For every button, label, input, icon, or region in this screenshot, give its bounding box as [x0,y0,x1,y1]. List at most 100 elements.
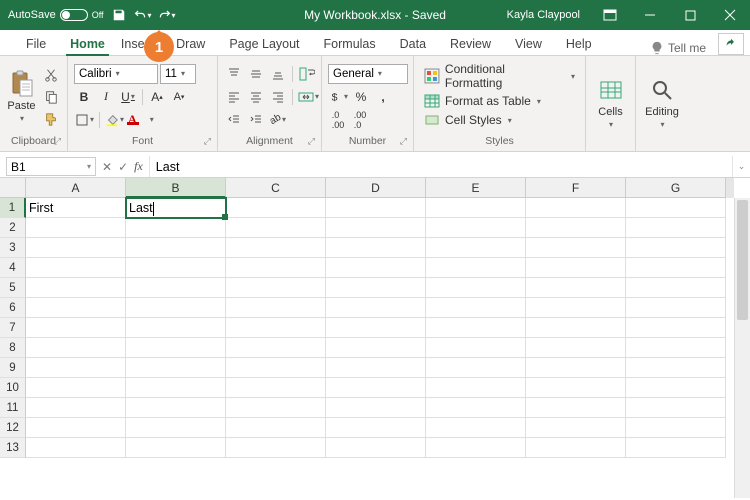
cell-A10[interactable] [26,378,126,398]
cell-C3[interactable] [226,238,326,258]
cancel-entry-icon[interactable]: ✕ [102,160,112,174]
number-launcher-icon[interactable]: ⤢ [400,136,407,147]
cell-E12[interactable] [426,418,526,438]
cell-F2[interactable] [526,218,626,238]
cell-D9[interactable] [326,358,426,378]
font-size-combo[interactable]: 11▾ [160,64,196,84]
cell-F6[interactable] [526,298,626,318]
cell-C7[interactable] [226,318,326,338]
font-launcher-icon[interactable]: ⤢ [204,136,211,147]
cell-C5[interactable] [226,278,326,298]
undo-icon[interactable]: ▾ [134,6,152,24]
row-header-9[interactable]: 9 [0,358,26,378]
orientation-icon[interactable]: ab▾ [268,110,288,130]
cell-E6[interactable] [426,298,526,318]
increase-font-icon[interactable]: A▴ [147,87,167,107]
increase-indent-icon[interactable] [246,110,266,130]
formula-input[interactable] [150,156,732,177]
copy-icon[interactable] [41,87,61,107]
tab-view[interactable]: View [503,33,554,55]
cell-C10[interactable] [226,378,326,398]
cell-C12[interactable] [226,418,326,438]
cell-A12[interactable] [26,418,126,438]
tell-me[interactable]: Tell me [650,41,712,55]
cut-icon[interactable] [41,65,61,85]
cell-B7[interactable] [126,318,226,338]
borders-icon[interactable]: ▾ [74,110,95,130]
row-header-6[interactable]: 6 [0,298,26,318]
cell-C9[interactable] [226,358,326,378]
cell-D11[interactable] [326,398,426,418]
cell-C4[interactable] [226,258,326,278]
close-icon[interactable] [710,0,750,30]
row-header-5[interactable]: 5 [0,278,26,298]
cell-E9[interactable] [426,358,526,378]
cell-A11[interactable] [26,398,126,418]
cell-G7[interactable] [626,318,726,338]
cell-B12[interactable] [126,418,226,438]
cell-B5[interactable] [126,278,226,298]
cell-E2[interactable] [426,218,526,238]
cell-F5[interactable] [526,278,626,298]
fill-color-icon[interactable]: ▾ [104,110,125,130]
cell-B6[interactable] [126,298,226,318]
cell-C1[interactable] [226,198,326,218]
cell-A7[interactable] [26,318,126,338]
row-header-8[interactable]: 8 [0,338,26,358]
percent-format-icon[interactable]: % [351,87,371,107]
cell-G10[interactable] [626,378,726,398]
cell-G12[interactable] [626,418,726,438]
italic-button[interactable]: I [96,87,116,107]
cell-C6[interactable] [226,298,326,318]
row-header-3[interactable]: 3 [0,238,26,258]
cell-E11[interactable] [426,398,526,418]
cell-G8[interactable] [626,338,726,358]
tab-file[interactable]: File [14,33,58,55]
cell-F11[interactable] [526,398,626,418]
cell-D1[interactable] [326,198,426,218]
conditional-formatting-button[interactable]: Conditional Formatting▾ [424,62,575,90]
cell-G6[interactable] [626,298,726,318]
number-format-combo[interactable]: General▾ [328,64,408,84]
accounting-format-icon[interactable]: $▾ [328,87,349,107]
expand-formula-bar-icon[interactable]: ⌄ [732,156,750,177]
align-left-icon[interactable] [224,87,244,107]
select-all-corner[interactable] [0,178,26,198]
col-header-F[interactable]: F [526,178,626,198]
row-header-13[interactable]: 13 [0,438,26,458]
cell-F1[interactable] [526,198,626,218]
cell-A9[interactable] [26,358,126,378]
cell-A1[interactable]: First [26,198,126,218]
cell-C11[interactable] [226,398,326,418]
cell-B3[interactable] [126,238,226,258]
cell-B2[interactable] [126,218,226,238]
increase-decimal-icon[interactable]: .0.00 [328,110,348,130]
col-header-A[interactable]: A [26,178,126,198]
cell-E8[interactable] [426,338,526,358]
cell-F10[interactable] [526,378,626,398]
cell-F8[interactable] [526,338,626,358]
cell-F13[interactable] [526,438,626,458]
align-middle-icon[interactable] [246,64,266,84]
minimize-icon[interactable] [630,0,670,30]
cell-E10[interactable] [426,378,526,398]
cell-D6[interactable] [326,298,426,318]
cell-A6[interactable] [26,298,126,318]
cell-D5[interactable] [326,278,426,298]
align-right-icon[interactable] [268,87,288,107]
decrease-font-icon[interactable]: A▾ [169,87,189,107]
cell-C13[interactable] [226,438,326,458]
cell-F3[interactable] [526,238,626,258]
cell-D2[interactable] [326,218,426,238]
cell-C8[interactable] [226,338,326,358]
tab-formulas[interactable]: Formulas [312,33,388,55]
tab-review[interactable]: Review [438,33,503,55]
col-header-D[interactable]: D [326,178,426,198]
user-name[interactable]: Kayla Claypool [497,9,590,21]
enter-entry-icon[interactable]: ✓ [118,160,128,174]
cell-D7[interactable] [326,318,426,338]
cell-E7[interactable] [426,318,526,338]
cell-G5[interactable] [626,278,726,298]
tab-data[interactable]: Data [388,33,438,55]
cell-B11[interactable] [126,398,226,418]
